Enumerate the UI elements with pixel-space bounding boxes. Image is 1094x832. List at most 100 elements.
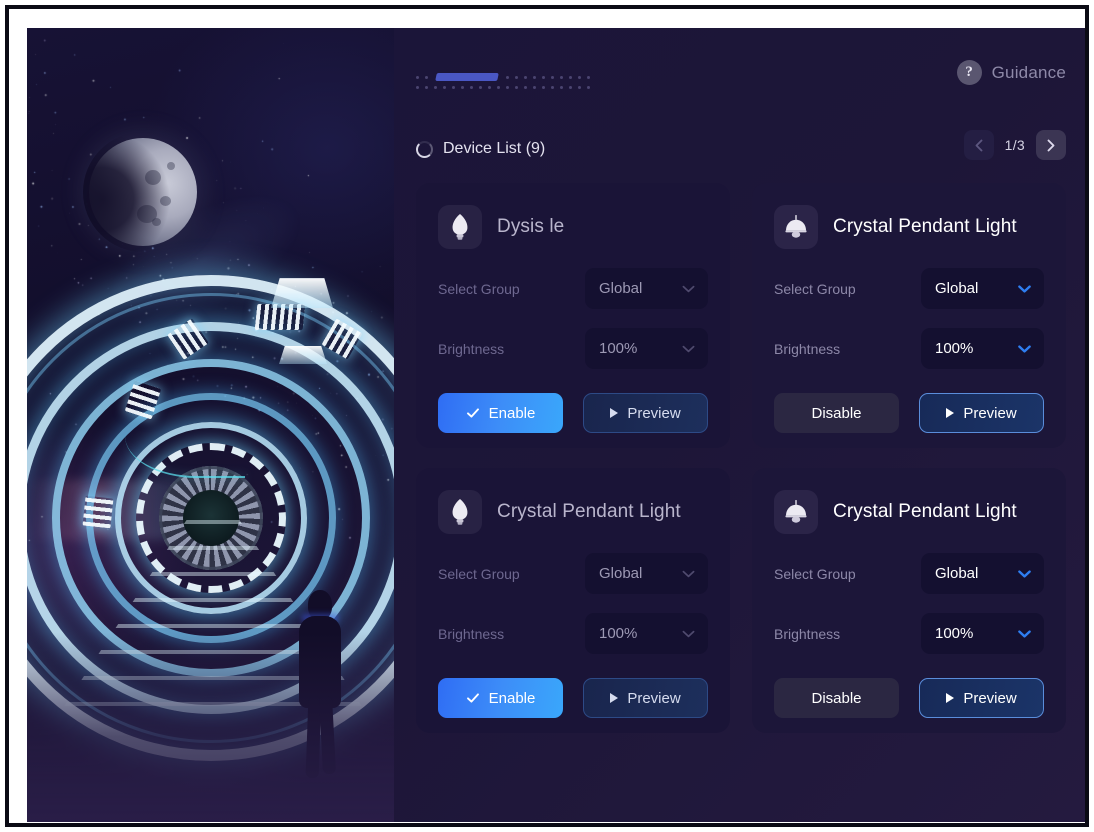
progress-indicator (416, 73, 596, 89)
chevron-down-icon (682, 345, 695, 352)
brightness-value: 100% (935, 340, 974, 357)
pagination-next-button[interactable] (1036, 130, 1066, 160)
light-bulb-icon (452, 214, 468, 240)
pagination-prev-button[interactable] (963, 130, 994, 160)
device-name: Crystal Pendant Light (833, 501, 1017, 522)
light-beam (27, 480, 227, 540)
device-card-header: Crystal Pendant Light (438, 490, 708, 534)
ring-dashed (136, 443, 286, 593)
ceiling-lamp-secondary (279, 346, 327, 364)
device-card-header: Crystal Pendant Light (774, 490, 1044, 534)
chevron-down-icon (1018, 629, 1031, 638)
device-icon-tile (774, 490, 818, 534)
select-group-row: Select Group Global (774, 553, 1044, 594)
select-group-row: Select Group Global (438, 268, 708, 309)
guidance-button[interactable]: ? Guidance (956, 60, 1066, 85)
device-action-buttons: Disable Preview (774, 393, 1044, 433)
figure-shoulder-glow (302, 614, 338, 622)
disable-button[interactable]: Disable (774, 678, 899, 718)
preview-button-label: Preview (627, 404, 681, 422)
ring-3 (52, 359, 370, 677)
enable-button[interactable]: Enable (438, 393, 563, 433)
artwork-panel (27, 28, 394, 822)
guidance-label: Guidance (991, 62, 1066, 82)
figure-body (299, 616, 341, 708)
device-action-buttons: Enable Preview (438, 393, 708, 433)
light-bulb-icon (452, 499, 468, 525)
floor-fade (27, 632, 394, 822)
chevron-down-icon (1018, 569, 1031, 578)
preview-button-label: Preview (963, 689, 1017, 707)
brightness-label: Brightness (774, 625, 841, 642)
check-icon (466, 693, 479, 703)
content-panel: ? Guidance Device List (9) 1/3 Dysis le … (394, 28, 1085, 822)
select-group-dropdown[interactable]: Global (921, 268, 1044, 309)
device-icon-tile (774, 205, 818, 249)
chevron-right-icon (1047, 139, 1055, 151)
play-triangle-icon (610, 693, 619, 703)
device-name: Crystal Pendant Light (497, 501, 681, 522)
play-triangle-icon (610, 408, 619, 418)
tunnel-rings (27, 272, 394, 764)
progress-bar-fill (435, 73, 499, 81)
figure-leg-right (318, 695, 337, 775)
select-group-dropdown[interactable]: Global (585, 553, 708, 594)
ring-4 (86, 393, 336, 643)
select-group-value: Global (935, 565, 979, 582)
screenshot-frame: ? Guidance Device List (9) 1/3 Dysis le … (0, 0, 1094, 832)
enable-button[interactable]: Enable (438, 678, 563, 718)
brightness-row: Brightness 100% (438, 613, 708, 654)
starfield (27, 28, 394, 548)
device-list-title: Device List (9) (443, 140, 546, 157)
play-triangle-icon (946, 693, 955, 703)
vent-top-right (321, 318, 363, 360)
brightness-value: 100% (599, 625, 638, 642)
device-card-header: Crystal Pendant Light (774, 205, 1044, 249)
brightness-label: Brightness (438, 625, 505, 642)
device-card: Crystal Pendant Light Select Group Global B… (752, 183, 1066, 448)
preview-button[interactable]: Preview (919, 678, 1044, 718)
device-name: Dysis le (497, 216, 565, 237)
moon (82, 131, 204, 253)
device-name: Crystal Pendant Light (833, 216, 1017, 237)
figure-leg-left (305, 695, 322, 779)
brightness-dropdown[interactable]: 100% (585, 613, 708, 654)
device-card: Crystal Pendant Light Select Group Global B… (416, 468, 730, 733)
chevron-down-icon (1018, 284, 1031, 293)
select-group-row: Select Group Global (438, 553, 708, 594)
primary-button-label: Enable (488, 689, 536, 707)
brightness-dropdown[interactable]: 100% (921, 328, 1044, 369)
select-group-value: Global (599, 565, 643, 582)
disable-button[interactable]: Disable (774, 393, 899, 433)
brightness-dropdown[interactable]: 100% (921, 613, 1044, 654)
select-group-label: Select Group (438, 565, 520, 582)
brightness-value: 100% (599, 340, 638, 357)
device-card-header: Dysis le (438, 205, 708, 249)
brightness-row: Brightness 100% (774, 328, 1044, 369)
chevron-down-icon (1018, 344, 1031, 353)
check-icon (466, 408, 479, 418)
play-triangle-icon (946, 408, 955, 418)
preview-button[interactable]: Preview (919, 393, 1044, 433)
space-background (27, 28, 394, 822)
device-icon-tile (438, 205, 482, 249)
pendant-lamp-icon (785, 500, 807, 523)
vent-left (124, 380, 162, 420)
app-window: ? Guidance Device List (9) 1/3 Dysis le … (27, 28, 1085, 822)
chevron-down-icon (682, 570, 695, 577)
preview-button-label: Preview (627, 689, 681, 707)
device-card: Crystal Pendant Light Select Group Global B… (752, 468, 1066, 733)
question-mark-icon: ? (956, 60, 982, 85)
select-group-dropdown[interactable]: Global (585, 268, 708, 309)
select-group-value: Global (935, 280, 979, 297)
primary-button-label: Enable (488, 404, 536, 422)
pendant-lamp-icon (785, 215, 807, 238)
select-group-dropdown[interactable]: Global (921, 553, 1044, 594)
chevron-down-icon (682, 285, 695, 292)
preview-button[interactable]: Preview (583, 678, 708, 718)
loading-spinner-icon (416, 140, 433, 158)
brightness-dropdown[interactable]: 100% (585, 328, 708, 369)
vent-top-left (167, 318, 209, 360)
pagination: 1/3 (963, 130, 1066, 160)
preview-button[interactable]: Preview (583, 393, 708, 433)
